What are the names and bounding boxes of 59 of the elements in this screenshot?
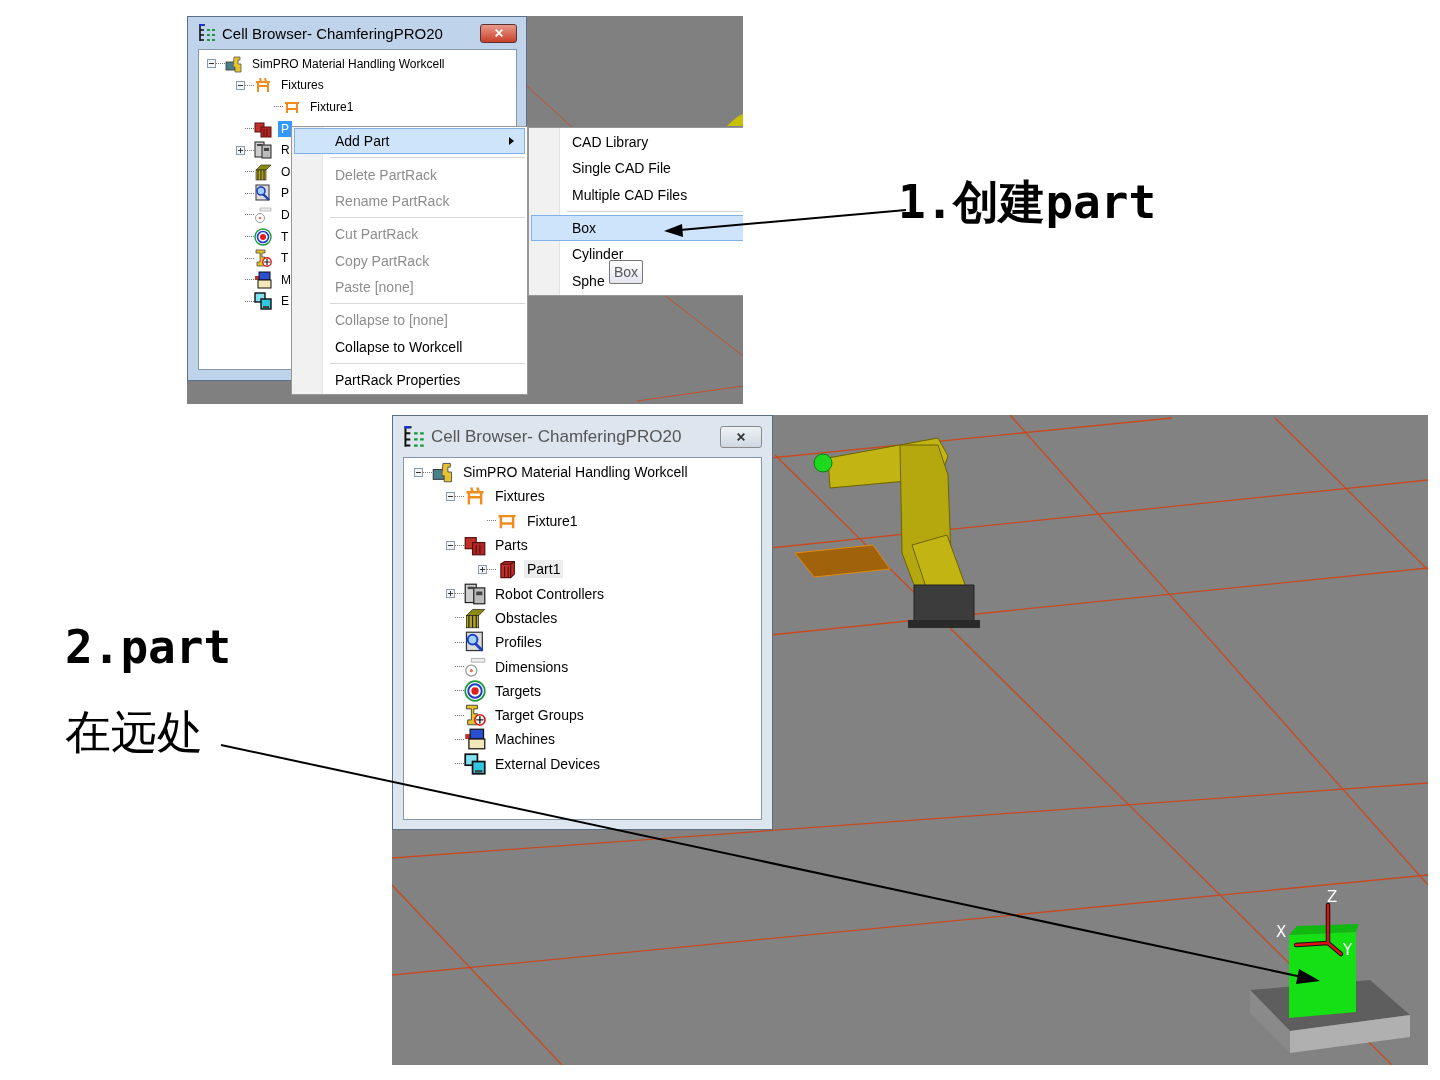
monitors-icon: [464, 752, 486, 775]
menu-item[interactable]: CAD Library: [531, 129, 650, 156]
tree-item[interactable]: Fixture1: [307, 99, 357, 115]
axis-label: X: [1276, 923, 1287, 941]
menu-item[interactable]: Sphe: [531, 267, 606, 294]
magnifier-icon: [464, 631, 486, 654]
monitors-icon: [254, 292, 272, 311]
workcell-robot-icon: [432, 461, 454, 484]
menu-item[interactable]: PartRack Properties: [294, 366, 462, 394]
axis-label: Z: [1327, 888, 1338, 906]
robot-target-icon: [464, 704, 486, 727]
workcell-robot-icon: [225, 54, 243, 73]
crates-icon: [254, 119, 272, 138]
axis-label: Y: [1343, 941, 1353, 959]
tree-view-icon: [403, 425, 425, 448]
annotation-text: 1.创建part: [898, 174, 1157, 231]
rack-icon: [254, 162, 272, 181]
tree-item[interactable]: SimPRO Material Handling Workcell: [249, 55, 448, 72]
menu-item[interactable]: Single CAD File: [531, 155, 672, 182]
machine-icon: [464, 728, 486, 751]
tree-item[interactable]: T: [278, 228, 292, 245]
tree-item[interactable]: M: [278, 271, 294, 288]
tree-item[interactable]: D: [278, 206, 293, 223]
expand-toggle[interactable]: [236, 145, 245, 155]
target-icon: [254, 227, 272, 246]
menu-item[interactable]: Box: [531, 214, 743, 242]
collapse-toggle[interactable]: [207, 59, 216, 69]
ruler-dial-icon: [254, 205, 272, 224]
close-icon: [492, 28, 505, 38]
tree-item[interactable]: O: [278, 163, 294, 180]
axis-triad-drawing: [1293, 902, 1344, 957]
tree-view-icon: [198, 24, 216, 42]
window-title: Cell Browser- ChamferingPRO20: [431, 426, 683, 447]
close-icon: [735, 431, 747, 442]
fixture-table-icon: [464, 485, 486, 508]
close-button[interactable]: [480, 23, 517, 43]
ruler-dial-icon: [464, 655, 486, 678]
tree-item[interactable]: R: [278, 142, 293, 159]
cabinet-icon: [254, 141, 272, 160]
tree-item[interactable]: E: [278, 293, 292, 310]
robot-target-icon: [254, 249, 272, 268]
menu-item[interactable]: Collapse to Workcell: [294, 333, 464, 360]
collapse-toggle[interactable]: [236, 80, 245, 90]
tree-item[interactable]: T: [278, 250, 292, 267]
annotation-text: 2.part: [65, 620, 232, 674]
tree-item[interactable]: Fixtures: [278, 77, 327, 94]
menu-item[interactable]: Multiple CAD Files: [531, 181, 689, 208]
annotation-text: 在远处: [65, 704, 203, 761]
crates-icon: [464, 534, 486, 557]
tree-item[interactable]: P: [278, 185, 292, 202]
fixture-table-icon: [254, 76, 272, 95]
tooltip: Box: [609, 260, 644, 284]
cabinet-icon: [464, 582, 486, 605]
machine-icon: [254, 270, 272, 289]
rack-icon: [464, 606, 486, 629]
target-icon: [464, 679, 486, 702]
menu-item[interactable]: Add Part: [294, 128, 525, 155]
window-title: Cell Browser- ChamferingPRO20: [222, 24, 444, 42]
magnifier-icon: [254, 184, 272, 203]
